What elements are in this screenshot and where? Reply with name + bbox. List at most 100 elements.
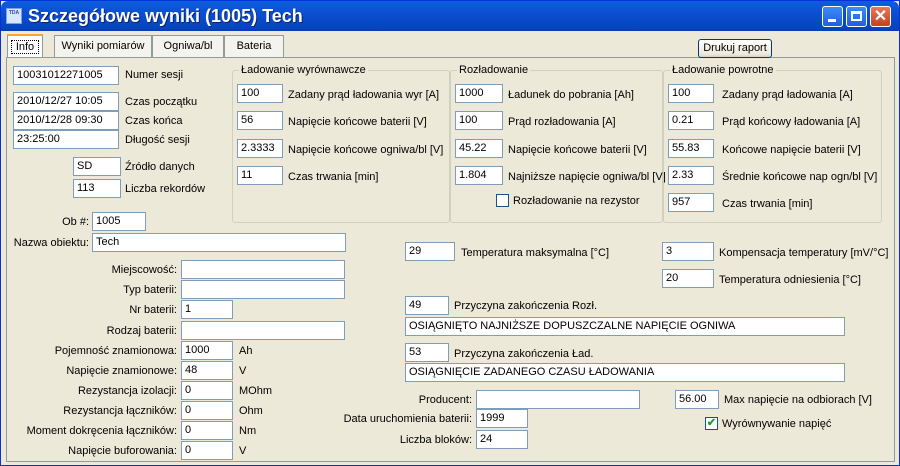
dis-battery-voltage-field[interactable]: 45.22 [455, 139, 503, 158]
object-name-field[interactable]: Tech [92, 233, 346, 252]
dis-current-label: Prąd rozładowania [A] [508, 116, 616, 128]
recharge-group: Ładowanie powrotne 100 Zadany prąd ładow… [663, 63, 882, 223]
end-time-field[interactable]: 2010/12/28 09:30 [13, 111, 119, 130]
tab-info[interactable]: Info [7, 34, 43, 58]
battery-number-field[interactable]: 1 [181, 300, 233, 319]
float-voltage-unit: V [239, 445, 247, 457]
float-voltage-label: Napięcie buforowania: [68, 445, 177, 457]
producer-field[interactable] [476, 390, 640, 409]
connector-resistance-unit: Ohm [239, 405, 263, 417]
object-name-label: Nazwa obiektu: [13, 237, 89, 249]
recharge-title: Ładowanie powrotne [670, 63, 776, 77]
start-time-label: Czas początku [125, 96, 198, 108]
discharge-end-code-field[interactable]: 49 [405, 296, 449, 315]
reference-temp-field[interactable]: 20 [662, 269, 714, 288]
dis-min-cell-voltage-field[interactable]: 1.804 [455, 166, 503, 185]
data-source-field[interactable]: SD [73, 157, 121, 176]
eq-battery-voltage-label: Napięcie końcowe baterii [V] [288, 116, 427, 128]
charge-end-reason-field[interactable]: OSIĄGNIĘCIE ZADANEGO CZASU ŁADOWANIA [405, 363, 845, 382]
battery-start-date-field[interactable]: 1999 [476, 409, 528, 428]
equalizing-charge-group: Ładowanie wyrównawcze 100 Zadany prąd ła… [232, 63, 450, 223]
minimize-icon [828, 19, 836, 22]
check-icon: ✔ [706, 417, 717, 429]
eq-duration-field[interactable]: 11 [237, 166, 283, 185]
maximize-icon [851, 11, 862, 21]
battery-type-label: Typ baterii: [123, 284, 177, 296]
start-time-field[interactable]: 2010/12/27 10:05 [13, 92, 119, 111]
close-button[interactable]: ✕ [870, 6, 891, 27]
block-count-field[interactable]: 24 [476, 430, 528, 449]
voltage-balancing-checkbox[interactable]: ✔ [705, 417, 718, 430]
session-duration-field[interactable]: 23:25:00 [13, 130, 119, 149]
producer-label: Producent: [418, 394, 472, 406]
reference-temp-label: Temperatura odniesienia [°C] [719, 274, 861, 286]
max-receiver-voltage-field[interactable]: 56.00 [675, 390, 719, 409]
max-temperature-field[interactable]: 29 [405, 242, 455, 261]
battery-number-label: Nr baterii: [129, 304, 177, 316]
tab-label: Wyniki pomiarów [61, 40, 145, 52]
battery-location-field[interactable] [181, 260, 345, 279]
temp-compensation-field[interactable]: 3 [662, 242, 714, 261]
close-icon: ✕ [873, 8, 888, 25]
eq-current-label: Zadany prąd ładowania wyr [A] [288, 89, 440, 101]
end-time-label: Czas końca [125, 115, 183, 127]
eq-battery-voltage-field[interactable]: 56 [237, 111, 283, 130]
insulation-resistance-unit: MOhm [239, 385, 272, 397]
tab-label: Ogniwa/bl [163, 40, 213, 52]
re-current-label: Zadany prąd ładowania [A] [722, 89, 853, 101]
battery-location-label: Miejscowość: [111, 264, 177, 276]
float-voltage-field[interactable]: 0 [181, 441, 233, 460]
charge-end-reason-label: Przyczyna zakończenia Ład. [454, 348, 594, 360]
session-number-field[interactable]: 10031012271005 [13, 66, 119, 85]
record-count-field[interactable]: 113 [73, 179, 121, 198]
re-avg-cell-voltage-label: Średnie końcowe nap ogn/bl [V] [722, 171, 878, 183]
eq-duration-label: Czas trwania [min] [288, 171, 379, 183]
data-source-label: Źródło danych [125, 161, 195, 173]
discharge-title: Rozładowanie [457, 63, 531, 77]
rated-capacity-field[interactable]: 1000 [181, 341, 233, 360]
re-avg-cell-voltage-field[interactable]: 2.33 [668, 166, 714, 185]
connector-torque-field[interactable]: 0 [181, 421, 233, 440]
record-count-label: Liczba rekordów [125, 183, 206, 195]
battery-type-field[interactable] [181, 280, 345, 299]
tab-cells[interactable]: Ogniwa/bl [152, 35, 224, 57]
tab-measurements[interactable]: Wyniki pomiarów [54, 35, 152, 57]
connector-resistance-label: Rezystancja łączników: [63, 405, 177, 417]
title-bar[interactable]: TDA Szczegółowe wyniki (1005) Tech ✕ [1, 1, 899, 31]
object-id-field[interactable]: 1005 [92, 212, 146, 231]
tab-battery[interactable]: Bateria [224, 35, 284, 57]
re-battery-voltage-field[interactable]: 55.83 [668, 139, 714, 158]
re-current-field[interactable]: 100 [668, 84, 714, 103]
connector-torque-unit: Nm [239, 425, 257, 437]
maximize-button[interactable] [846, 6, 867, 27]
rated-voltage-field[interactable]: 48 [181, 361, 233, 380]
eq-cell-voltage-label: Napięcie końcowe ogniwa/bl [V] [288, 144, 444, 156]
insulation-resistance-field[interactable]: 0 [181, 381, 233, 400]
max-temperature-label: Temperatura maksymalna [°C] [461, 247, 610, 259]
battery-start-date-label: Data uruchomienia baterii: [343, 413, 472, 425]
battery-kind-field[interactable] [181, 321, 345, 340]
equalizing-charge-title: Ładowanie wyrównawcze [239, 63, 368, 77]
dis-charge-label: Ładunek do pobrania [Ah] [508, 89, 634, 101]
minimize-button[interactable] [822, 6, 843, 27]
re-duration-label: Czas trwania [min] [722, 198, 813, 210]
resistor-discharge-label: Rozładowanie na rezystor [513, 195, 640, 207]
charge-end-code-field[interactable]: 53 [405, 343, 449, 362]
dis-min-cell-voltage-label: Najniższe napięcie ogniwa/bl [V] [508, 171, 666, 183]
eq-cell-voltage-field[interactable]: 2.3333 [237, 139, 283, 158]
battery-kind-label: Rodzaj baterii: [106, 325, 177, 337]
re-final-current-field[interactable]: 0.21 [668, 111, 714, 130]
dis-current-field[interactable]: 100 [455, 111, 503, 130]
connector-torque-label: Moment dokręcenia łączników: [26, 425, 177, 437]
insulation-resistance-label: Rezystancja izolacji: [77, 385, 177, 397]
eq-current-field[interactable]: 100 [237, 84, 283, 103]
connector-resistance-field[interactable]: 0 [181, 401, 233, 420]
app-icon[interactable]: TDA [6, 8, 22, 24]
rated-capacity-label: Pojemność znamionowa: [54, 345, 177, 357]
dis-charge-field[interactable]: 1000 [455, 84, 503, 103]
discharge-end-reason-field[interactable]: OSIĄGNIĘTO NAJNIŻSZE DOPUSZCZALNE NAPIĘC… [405, 317, 845, 336]
resistor-discharge-checkbox[interactable] [496, 194, 509, 207]
print-report-button[interactable]: Drukuj raport [698, 39, 772, 58]
re-duration-field[interactable]: 957 [668, 193, 714, 212]
session-duration-label: Długość sesji [125, 134, 190, 146]
